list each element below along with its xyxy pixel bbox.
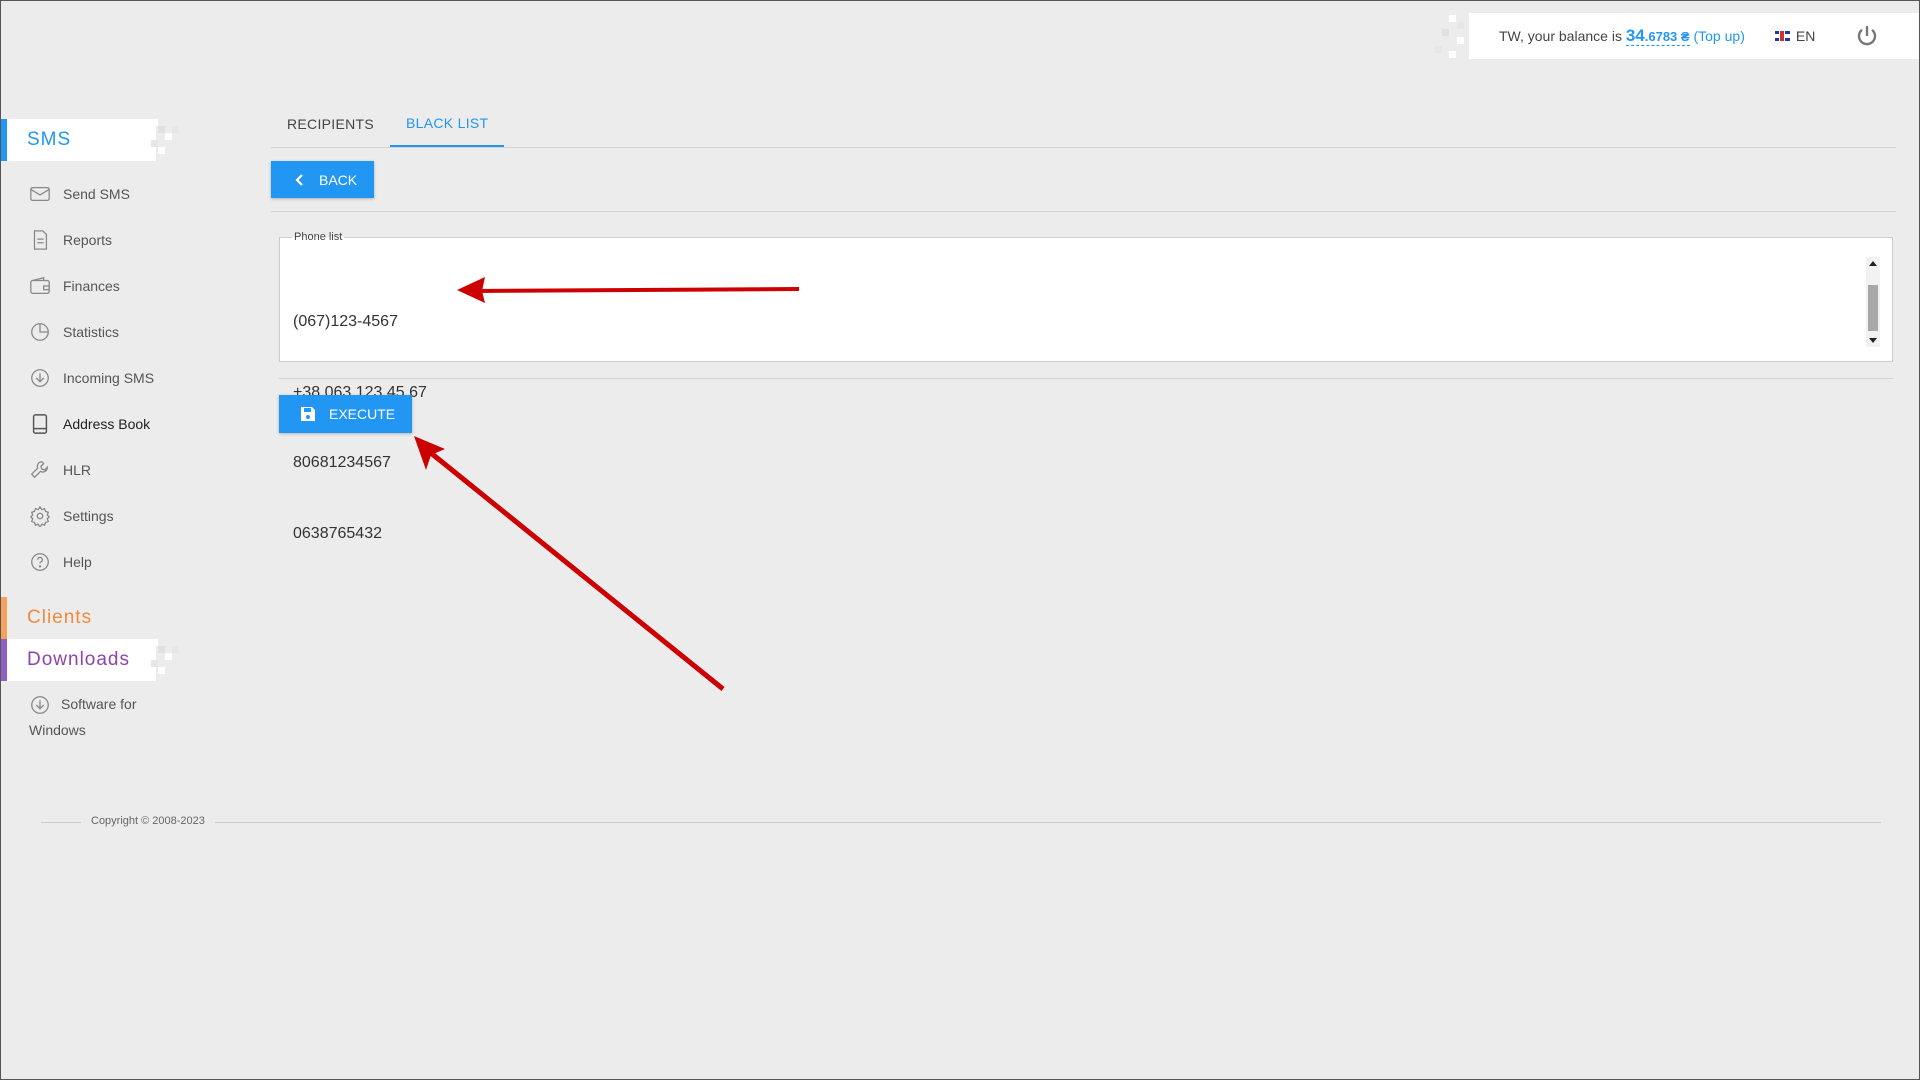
sms-accent-bar (1, 119, 7, 161)
back-button-label: BACK (319, 171, 358, 188)
phone-line: +38 063 123 45 67 (293, 383, 427, 401)
execute-button-label: EXECUTE (329, 406, 396, 422)
balance-info: TW, your balance is 34.6783 ₴ (Top up) (1499, 26, 1745, 46)
pixel-decoration-icon (151, 119, 179, 154)
chevron-left-icon (295, 173, 303, 186)
tab-black-list[interactable]: BLACK LIST (390, 101, 505, 147)
sidebar-item-label: Incoming SMS (63, 370, 155, 386)
topup-close-paren: ) (1740, 28, 1745, 44)
sidebar: SMS Send SMS Reports Finances Statistics… (1, 119, 201, 743)
sidebar-item-label: Address Book (63, 416, 151, 432)
sidebar-item-settings[interactable]: Settings (1, 493, 201, 539)
tab-label: BLACK LIST (406, 115, 489, 131)
phone-list-scrollbar[interactable] (1866, 257, 1880, 347)
balance-amount[interactable]: 34.6783 ₴ (1625, 26, 1690, 46)
question-icon (31, 553, 49, 571)
sidebar-item-label: Statistics (63, 324, 120, 340)
download-circle-icon (31, 696, 49, 715)
document-icon (33, 230, 48, 250)
execute-button[interactable]: EXECUTE (279, 395, 412, 433)
pixel-decoration-icon (1435, 15, 1464, 58)
sidebar-item-help[interactable]: Help (1, 539, 201, 585)
tab-bar: RECIPIENTS BLACK LIST (271, 101, 1896, 148)
sidebar-item-send-sms[interactable]: Send SMS (1, 171, 201, 217)
book-icon (32, 414, 48, 434)
clients-accent-bar (1, 597, 7, 639)
sidebar-item-reports[interactable]: Reports (1, 217, 201, 263)
sms-section-header[interactable]: SMS (1, 119, 179, 161)
tab-recipients[interactable]: RECIPIENTS (271, 101, 390, 147)
sidebar-item-label: Reports (63, 232, 113, 248)
pie-chart-icon (31, 323, 49, 341)
back-button[interactable]: BACK (271, 161, 374, 198)
sidebar-item-hlr[interactable]: HLR (1, 447, 201, 493)
pixel-decoration-icon (151, 639, 179, 674)
uk-flag-icon (1774, 31, 1790, 41)
phone-line: 0638765432 (293, 524, 382, 542)
sidebar-item-address-book[interactable]: Address Book (1, 401, 201, 447)
sidebar-item-label: Settings (63, 508, 114, 524)
sidebar-item-statistics[interactable]: Statistics (1, 309, 201, 355)
downloads-accent-bar (1, 639, 7, 681)
download-circle-icon (31, 369, 49, 387)
sidebar-item-incoming-sms[interactable]: Incoming SMS (1, 355, 201, 401)
phone-list-textarea[interactable]: (067)123-4567 +38 063 123 45 67 80681234… (293, 263, 1843, 542)
footer: Copyright © 2008-2023 (41, 815, 1881, 827)
sidebar-item-label: HLR (63, 462, 92, 478)
downloads-item-software-windows[interactable]: Software for Windows (1, 691, 161, 743)
balance-label: TW, your balance is (1499, 28, 1622, 44)
sidebar-item-label: Help (63, 554, 92, 570)
topup-link[interactable]: (Top up) (1693, 28, 1744, 44)
topup-label: Top up (1698, 28, 1741, 44)
save-icon (301, 407, 315, 421)
power-icon[interactable] (1855, 24, 1879, 48)
divider (271, 211, 1896, 212)
sms-section-title: SMS (27, 129, 72, 150)
tab-label: RECIPIENTS (287, 116, 375, 132)
scrollbar-thumb[interactable] (1868, 285, 1878, 331)
balance-integer: 34 (1625, 26, 1645, 45)
gear-icon (29, 505, 51, 527)
scroll-up-icon[interactable] (1869, 261, 1877, 266)
envelope-icon (30, 186, 50, 202)
downloads-section-header[interactable]: Downloads (1, 639, 179, 681)
phone-line: 80681234567 (293, 454, 391, 471)
sidebar-item-finances[interactable]: Finances (1, 263, 201, 309)
downloads-section-title: Downloads (27, 649, 130, 670)
sms-nav: Send SMS Reports Finances Statistics Inc… (1, 171, 201, 585)
phone-list-legend: Phone list (294, 231, 343, 243)
clients-section-header[interactable]: Clients (1, 597, 156, 639)
phone-list-fieldset: Phone list (067)123-4567 +38 063 123 45 … (279, 231, 1893, 542)
top-bar: TW, your balance is 34.6783 ₴ (Top up) E… (1435, 13, 1919, 59)
wrench-icon (30, 461, 48, 479)
language-selector[interactable]: EN (1774, 28, 1816, 44)
sidebar-item-label: Finances (63, 278, 120, 294)
phone-line: (067)123-4567 (293, 313, 398, 330)
copyright-text: Copyright © 2008-2023 (81, 815, 215, 827)
wallet-icon (30, 276, 50, 294)
sidebar-item-label: Send SMS (63, 186, 130, 202)
balance-decimal: .6783 ₴ (1644, 29, 1690, 44)
scroll-down-icon[interactable] (1869, 338, 1877, 343)
clients-section-title: Clients (27, 607, 93, 628)
language-label: EN (1795, 28, 1816, 44)
divider (279, 378, 1893, 379)
